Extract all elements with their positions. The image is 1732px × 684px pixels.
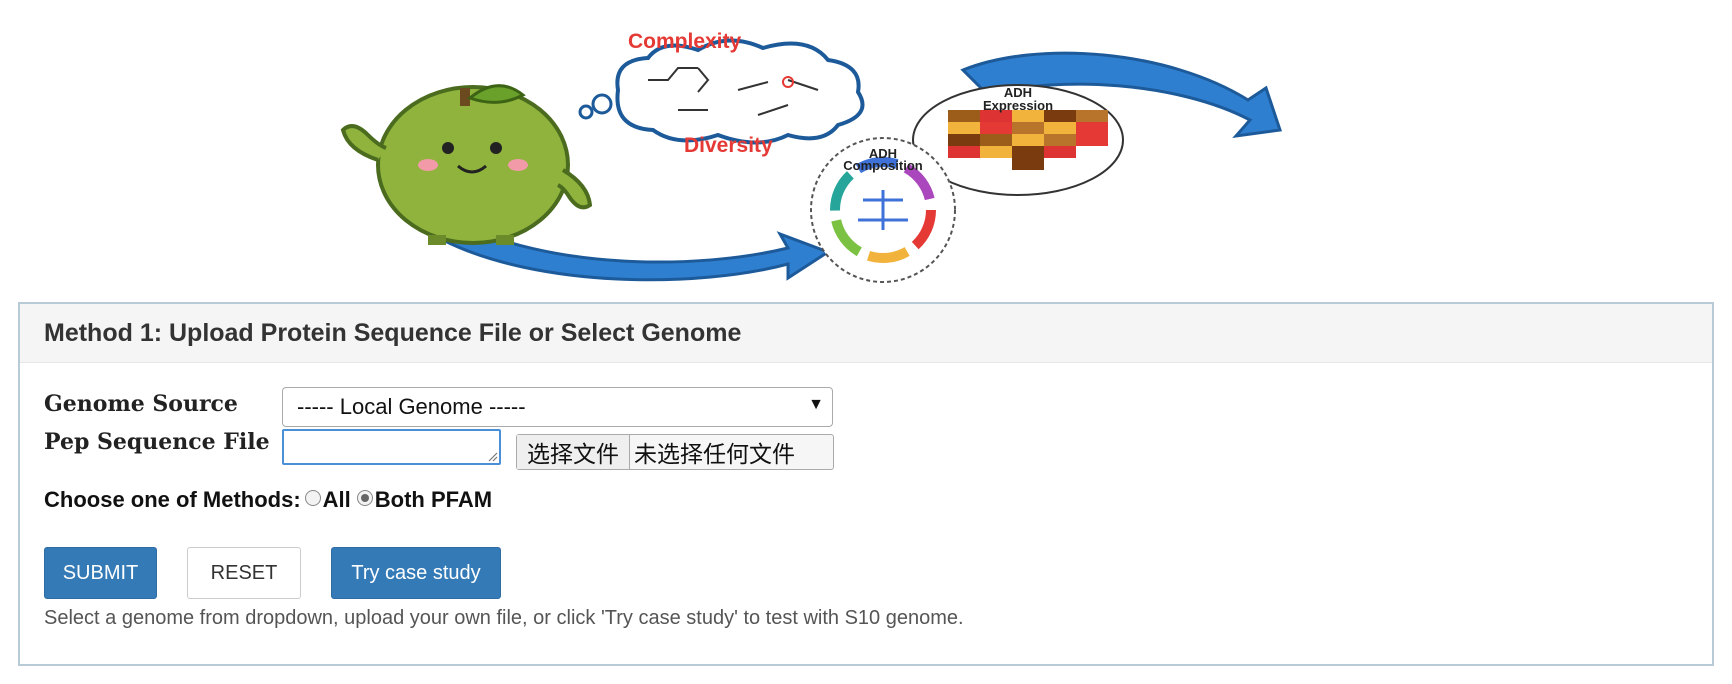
bubble-medium-icon: [591, 93, 613, 115]
method-panel: Method 1: Upload Protein Sequence File o…: [18, 302, 1714, 666]
radio-all[interactable]: [304, 490, 321, 506]
genome-source-label: Genome Source: [44, 391, 238, 417]
diversity-label: Diversity: [684, 134, 773, 157]
choose-file-button[interactable]: 选择文件: [517, 435, 630, 469]
illustration-svg: Complexity Diversity ADH Expression ADH …: [340, 30, 1282, 283]
adh-expression-title-2: Expression: [983, 98, 1053, 113]
help-text: Select a genome from dropdown, upload yo…: [44, 607, 964, 629]
try-case-study-button[interactable]: Try case study: [331, 547, 501, 599]
adh-composition-title-2: Composition: [843, 158, 922, 173]
submit-button[interactable]: SUBMIT: [44, 547, 157, 599]
bubble-small-icon: [578, 104, 594, 120]
panel-heading: Method 1: Upload Protein Sequence File o…: [20, 304, 1712, 363]
file-status-text: 未选择任何文件: [634, 441, 795, 467]
resize-grip-icon[interactable]: [486, 450, 498, 462]
radio-both-pfam-label[interactable]: Both PFAM: [375, 487, 492, 513]
genome-source-selected-value: ----- Local Genome -----: [297, 394, 526, 419]
dropdown-arrow-icon: ▼: [808, 396, 824, 413]
reset-button[interactable]: RESET: [187, 547, 301, 599]
methods-label: Choose one of Methods:: [44, 487, 301, 512]
pep-sequence-textarea[interactable]: [282, 429, 501, 465]
method-choice-group: Choose one of Methods: All Both PFAM: [44, 487, 492, 513]
complexity-label: Complexity: [628, 30, 742, 53]
radio-all-label[interactable]: All: [323, 487, 351, 513]
panel-title: Method 1: Upload Protein Sequence File o…: [44, 318, 742, 347]
header-illustration: Complexity Diversity ADH Expression ADH …: [318, 20, 1418, 290]
radio-both-pfam[interactable]: [356, 490, 373, 506]
genome-source-select[interactable]: ----- Local Genome ----- ▼: [282, 387, 833, 427]
complexity-cloud-icon: [615, 38, 865, 145]
file-input[interactable]: 选择文件 未选择任何文件: [516, 434, 834, 470]
durian-mascot-icon: [340, 84, 593, 245]
pep-file-label: Pep Sequence File: [44, 429, 270, 455]
